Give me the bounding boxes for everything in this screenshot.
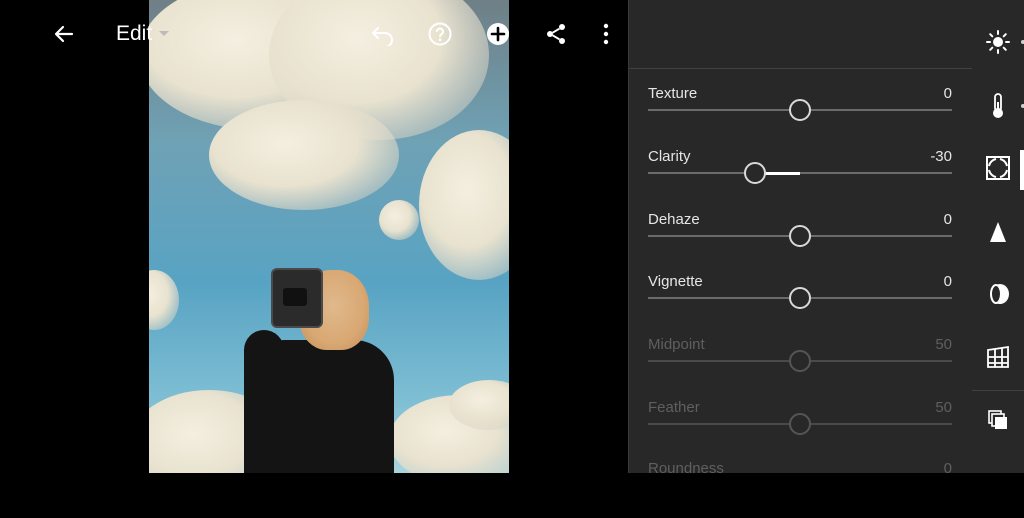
slider-feather: Feather 50 [648, 399, 952, 457]
active-tool-indicator [1020, 150, 1024, 190]
slider-value: 50 [935, 336, 952, 353]
share-icon [547, 24, 565, 44]
cloud [149, 270, 179, 330]
detail-tool-button[interactable] [982, 216, 1014, 248]
optics-tool-button[interactable] [982, 278, 1014, 310]
slider-label: Clarity [648, 148, 691, 165]
slider-fill [763, 172, 800, 175]
slider-vignette[interactable]: Vignette 0 [648, 273, 952, 331]
back-button[interactable] [48, 18, 80, 50]
slider-value: 50 [935, 399, 952, 416]
edit-mode-label: Edit [116, 22, 153, 45]
slider-thumb[interactable] [789, 99, 811, 121]
light-tool-button[interactable] [982, 26, 1014, 58]
edited-photo[interactable] [149, 0, 509, 473]
effects-icon [986, 156, 1010, 180]
slider-label: Vignette [648, 273, 703, 290]
caret-down-icon [159, 31, 170, 36]
slider-value: 0 [943, 85, 952, 102]
plus-circle-icon [487, 23, 509, 45]
cloud [419, 130, 509, 280]
slider-dehaze[interactable]: Dehaze 0 [648, 211, 952, 269]
slider-clarity[interactable]: Clarity -30 [648, 148, 952, 206]
panel-header [629, 0, 972, 69]
detail-icon [990, 222, 1006, 242]
slider-label: Dehaze [648, 211, 700, 228]
light-icon [986, 30, 1010, 54]
presets-tool-button[interactable] [982, 404, 1014, 436]
edit-tool-strip [972, 0, 1024, 473]
color-tool-button[interactable] [982, 90, 1014, 122]
slider-label: Texture [648, 85, 698, 102]
slider-value: 0 [943, 273, 952, 290]
slider-thumb[interactable] [744, 162, 766, 184]
help-button[interactable] [424, 18, 456, 50]
photo-viewport[interactable]: Edit [0, 0, 628, 473]
slider-texture[interactable]: Texture 0 [648, 85, 952, 143]
slider-track[interactable] [648, 172, 952, 174]
slider-value: -30 [930, 148, 952, 165]
color-icon [993, 93, 1003, 118]
slider-thumb [789, 413, 811, 435]
slider-label: Roundness [648, 460, 724, 477]
slider-thumb[interactable] [789, 287, 811, 309]
camera-lens [283, 288, 307, 306]
effects-tool-button[interactable] [982, 152, 1014, 184]
slider-thumb[interactable] [789, 225, 811, 247]
geometry-icon [987, 345, 1009, 368]
slider-roundness: Roundness 0 [648, 460, 952, 518]
more-options-button[interactable] [590, 18, 622, 50]
camera [271, 268, 323, 328]
presets-icon [988, 410, 1007, 429]
slider-value: 0 [943, 211, 952, 228]
arrow-left-icon [54, 25, 74, 43]
effects-panel: Texture 0 Clarity -30 Dehaze 0 Vignette … [628, 0, 972, 477]
cloud [209, 100, 399, 210]
tool-separator [972, 390, 1024, 391]
cloud [379, 200, 419, 240]
undo-button[interactable] [367, 18, 399, 50]
slider-label: Feather [648, 399, 700, 416]
slider-label: Midpoint [648, 336, 705, 353]
person-body [244, 340, 394, 473]
edit-mode-dropdown[interactable]: Edit [116, 20, 170, 48]
help-circle-icon [428, 22, 452, 46]
share-button[interactable] [540, 18, 572, 50]
slider-value: 0 [943, 460, 952, 477]
undo-icon [372, 27, 393, 46]
add-button[interactable] [482, 18, 514, 50]
optics-icon [990, 284, 1009, 304]
more-vertical-icon [603, 23, 609, 45]
slider-midpoint: Midpoint 50 [648, 336, 952, 394]
slider-thumb [789, 350, 811, 372]
geometry-tool-button[interactable] [982, 341, 1014, 373]
